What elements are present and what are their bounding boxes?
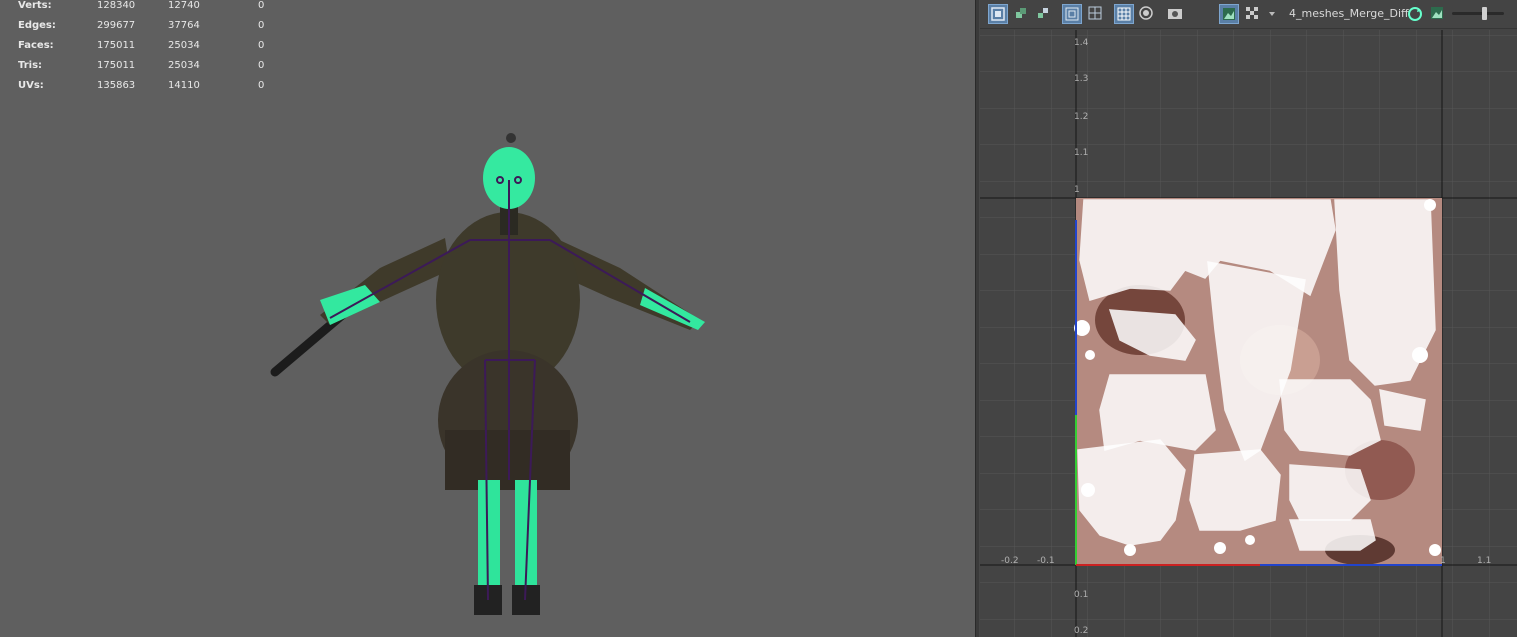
snapshot-icon[interactable] <box>1165 4 1185 24</box>
uv-select-icon[interactable] <box>1034 4 1054 24</box>
perspective-viewport[interactable]: Verts: 128340 12740 0 Edges: 299677 37764 0 Face… <box>0 0 975 637</box>
v-tick-label: 0.1 <box>1074 590 1088 600</box>
dropdown-arrow-icon[interactable] <box>1265 4 1277 24</box>
v-tick-label: 1 <box>1074 185 1080 195</box>
checker-map-icon[interactable] <box>1243 4 1263 24</box>
v-tick-label: 0.2 <box>1074 626 1088 636</box>
uv-move-icon[interactable] <box>1012 4 1032 24</box>
u-tick-label: 1 <box>1440 556 1446 566</box>
refresh-texture-icon[interactable] <box>1405 4 1425 24</box>
exposure-icon[interactable] <box>1428 4 1448 24</box>
v-tick-label: 1.2 <box>1074 112 1088 122</box>
exposure-slider-track[interactable] <box>1452 12 1504 15</box>
u-tick-label: -0.1 <box>1037 556 1055 566</box>
texture-name-label[interactable]: 4_meshes_Merge_Diff <box>1289 7 1409 20</box>
v-tick-label: 1.3 <box>1074 74 1088 84</box>
uv-texture-canvas[interactable]: 1.4 1.3 1.2 1.1 1 0.1 0.2 -0.2 -0.1 1 1.1 <box>980 30 1517 637</box>
character-model[interactable] <box>0 0 975 637</box>
image-display-icon[interactable] <box>1219 4 1239 24</box>
v-tick-label: 1.1 <box>1074 148 1088 158</box>
shaded-uv-icon[interactable] <box>1137 4 1157 24</box>
v-tick-label: 1.4 <box>1074 38 1089 48</box>
uv-editor-toolbar: 4_meshes_Merge_Diff <box>980 0 1517 29</box>
u-tick-label: -0.2 <box>1001 556 1019 566</box>
uv-shell-icon[interactable] <box>988 4 1008 24</box>
grid-toggle-icon[interactable] <box>1062 4 1082 24</box>
checker-grid-icon[interactable] <box>1114 4 1134 24</box>
u-tick-label: 1.1 <box>1477 556 1491 566</box>
uv-editor-panel[interactable]: 4_meshes_Merge_Diff 1.4 1.3 1.2 1.1 1 0.… <box>980 0 1517 637</box>
exposure-slider-handle[interactable] <box>1482 7 1487 20</box>
dim-image-icon[interactable] <box>1086 4 1106 24</box>
